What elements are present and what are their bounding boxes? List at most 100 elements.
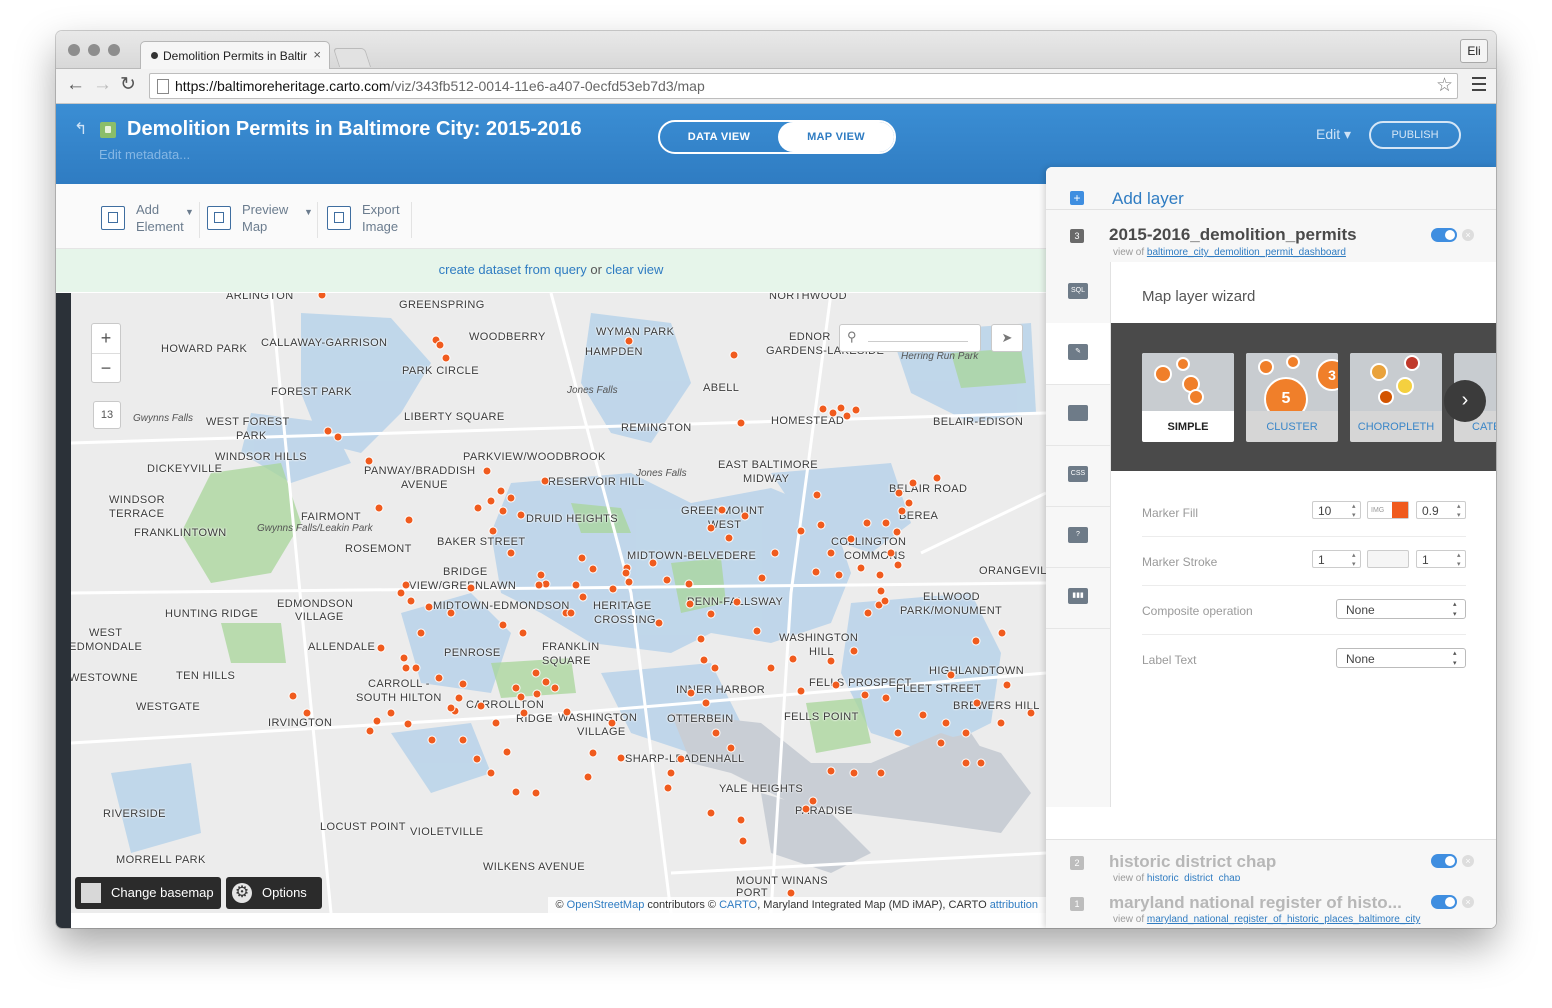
layer-name[interactable]: 2015-2016_demolition_permits	[1109, 225, 1357, 245]
demolition-permit-marker[interactable]	[710, 663, 720, 673]
demolition-permit-marker[interactable]	[881, 518, 891, 528]
demolition-permit-marker[interactable]	[531, 668, 541, 678]
browser-tab[interactable]: Demolition Permits in Baltir ×	[140, 41, 330, 69]
demolition-permit-marker[interactable]	[516, 692, 526, 702]
demolition-permit-marker[interactable]	[796, 686, 806, 696]
demolition-permit-marker[interactable]	[997, 628, 1007, 638]
reload-icon[interactable]: ↻	[120, 75, 136, 95]
demolition-permit-marker[interactable]	[752, 626, 762, 636]
demolition-permit-marker[interactable]	[404, 515, 414, 525]
marker-stroke-width-stepper[interactable]: 1	[1312, 550, 1361, 569]
wizard-type-cluster[interactable]: 5 3 CLUSTER	[1246, 353, 1338, 442]
demolition-permit-marker[interactable]	[908, 478, 918, 488]
demolition-permit-marker[interactable]	[616, 753, 626, 763]
demolition-permit-marker[interactable]	[941, 718, 951, 728]
demolition-permit-marker[interactable]	[894, 488, 904, 498]
demolition-permit-marker[interactable]	[711, 728, 721, 738]
demolition-permit-marker[interactable]	[686, 688, 696, 698]
demolition-permit-marker[interactable]	[897, 506, 907, 516]
demolition-permit-marker[interactable]	[826, 548, 836, 558]
demolition-permit-marker[interactable]	[706, 808, 716, 818]
composite-operation-select[interactable]: None	[1336, 599, 1466, 620]
marker-stroke-opacity-stepper[interactable]: 1	[1416, 550, 1466, 569]
demolition-permit-marker[interactable]	[662, 575, 672, 585]
demolition-permit-marker[interactable]	[427, 735, 437, 745]
demolition-permit-marker[interactable]	[317, 293, 327, 300]
demolition-permit-marker[interactable]	[676, 754, 686, 764]
demolition-permit-marker[interactable]	[624, 336, 634, 346]
demolition-permit-marker[interactable]	[736, 815, 746, 825]
demolition-permit-marker[interactable]	[726, 743, 736, 753]
new-tab-button[interactable]	[332, 48, 372, 67]
demolition-permit-marker[interactable]	[836, 403, 846, 413]
demolition-permit-marker[interactable]	[403, 719, 413, 729]
browser-menu-icon[interactable]	[1472, 77, 1486, 95]
demolition-permit-marker[interactable]	[834, 570, 844, 580]
demolition-permit-marker[interactable]	[486, 768, 496, 778]
forward-arrow-icon[interactable]: →	[93, 75, 112, 95]
demolition-permit-marker[interactable]	[534, 580, 544, 590]
demolition-permit-marker[interactable]	[446, 703, 456, 713]
demolition-permit-marker[interactable]	[701, 698, 711, 708]
demolition-permit-marker[interactable]	[876, 586, 886, 596]
demolition-permit-marker[interactable]	[961, 758, 971, 768]
export-image-button[interactable]: Export Image	[327, 201, 417, 235]
edit-dropdown[interactable]: Edit ▾	[1316, 126, 1351, 143]
demolition-permit-marker[interactable]	[685, 599, 695, 609]
demolition-permit-marker[interactable]	[491, 718, 501, 728]
demolition-permit-marker[interactable]	[550, 683, 560, 693]
marker-stroke-color-picker[interactable]	[1367, 550, 1409, 568]
demolition-permit-marker[interactable]	[738, 836, 748, 846]
zoom-out-button[interactable]: −	[92, 354, 120, 383]
demolition-permit-marker[interactable]	[506, 493, 516, 503]
demolition-permit-marker[interactable]	[506, 548, 516, 558]
demolition-permit-marker[interactable]	[826, 656, 836, 666]
edit-metadata-link[interactable]: Edit metadata...	[99, 147, 190, 162]
demolition-permit-marker[interactable]	[566, 608, 576, 618]
layer-visibility-toggle[interactable]	[1431, 895, 1457, 909]
layer-header-3[interactable]: 3 2015-2016_demolition_permits view of b…	[1046, 210, 1496, 263]
map-view-tab[interactable]: MAP VIEW	[778, 122, 894, 152]
demolition-permit-marker[interactable]	[766, 663, 776, 673]
demolition-permit-marker[interactable]	[288, 691, 298, 701]
demolition-permit-marker[interactable]	[856, 563, 866, 573]
demolition-permit-marker[interactable]	[796, 526, 806, 536]
demolition-permit-marker[interactable]	[831, 680, 841, 690]
demolition-permit-marker[interactable]	[808, 796, 818, 806]
attribution-link[interactable]: attribution	[990, 899, 1038, 911]
demolition-permit-marker[interactable]	[571, 580, 581, 590]
demolition-permit-marker[interactable]	[717, 505, 727, 515]
demolition-permit-marker[interactable]	[706, 523, 716, 533]
demolition-permit-marker[interactable]	[372, 716, 382, 726]
demolition-permit-marker[interactable]	[876, 768, 886, 778]
demolition-permit-marker[interactable]	[892, 527, 902, 537]
demolition-permit-marker[interactable]	[496, 486, 506, 496]
chevron-right-icon[interactable]: ›	[1444, 380, 1486, 422]
demolition-permit-marker[interactable]	[666, 768, 676, 778]
close-icon[interactable]: ×	[1462, 896, 1474, 908]
map-title[interactable]: Demolition Permits in Baltimore City: 20…	[127, 118, 582, 141]
demolition-markers-layer[interactable]	[71, 293, 1046, 913]
demolition-permit-marker[interactable]	[786, 888, 796, 898]
demolition-permit-marker[interactable]	[446, 608, 456, 618]
demolition-permit-marker[interactable]	[801, 804, 811, 814]
demolition-permit-marker[interactable]	[770, 548, 780, 558]
address-bar[interactable]: https://baltimoreheritage.carto.com/viz/…	[149, 73, 1458, 99]
wizard-type-choropleth[interactable]: CHOROPLETH	[1350, 353, 1442, 442]
marker-fill-color-swatch[interactable]	[1392, 502, 1408, 518]
tab-chart[interactable]: ▮▮▮	[1046, 567, 1110, 629]
demolition-permit-marker[interactable]	[851, 405, 861, 415]
demolition-permit-marker[interactable]	[849, 768, 859, 778]
marker-fill-image-picker[interactable]: IMG	[1367, 501, 1409, 519]
data-view-tab[interactable]: DATA VIEW	[660, 122, 778, 152]
demolition-permit-marker[interactable]	[406, 596, 416, 606]
demolition-permit-marker[interactable]	[696, 634, 706, 644]
demolition-permit-marker[interactable]	[519, 708, 529, 718]
demolition-permit-marker[interactable]	[578, 592, 588, 602]
demolition-permit-marker[interactable]	[932, 473, 942, 483]
demolition-permit-marker[interactable]	[788, 654, 798, 664]
demolition-permit-marker[interactable]	[411, 663, 421, 673]
change-basemap-button[interactable]: Change basemap	[75, 877, 221, 909]
clear-view-link[interactable]: clear view	[606, 262, 664, 277]
demolition-permit-marker[interactable]	[1002, 680, 1012, 690]
